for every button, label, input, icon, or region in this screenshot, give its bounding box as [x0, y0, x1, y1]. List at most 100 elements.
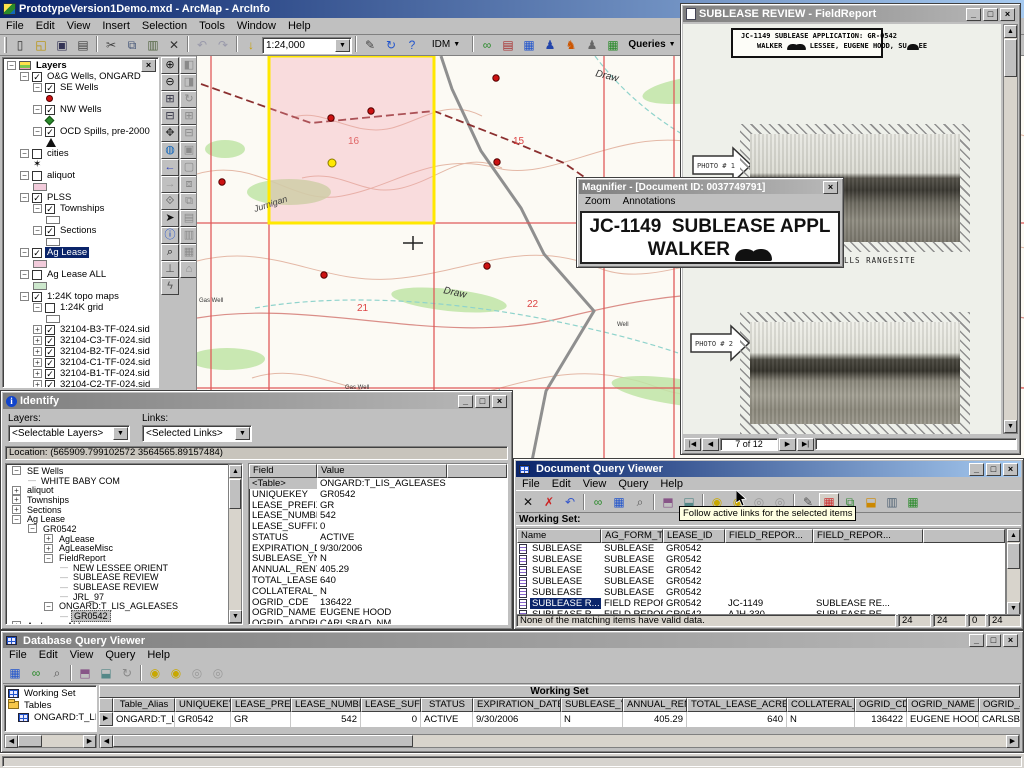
- coin-subset-icon[interactable]: ◎: [187, 663, 207, 682]
- field-row[interactable]: UNIQUEKEY GR0542: [249, 489, 507, 500]
- table-row[interactable]: SUBLEASE SUBLEASE GR0542: [517, 565, 1005, 576]
- layer-label[interactable]: 32104-B1-TF-024.sid: [58, 368, 152, 379]
- layer-checkbox[interactable]: ✓: [45, 324, 55, 335]
- layer-checkbox[interactable]: ✓: [45, 82, 55, 93]
- tree-item-label[interactable]: Ag Lease: [25, 514, 67, 524]
- link-icon[interactable]: ∞: [26, 663, 46, 682]
- field-row[interactable]: STATUS ACTIVE: [249, 532, 507, 543]
- scroll-up-icon[interactable]: ▲: [229, 465, 242, 478]
- dbquery-tree-item[interactable]: Tables: [7, 699, 94, 711]
- user-blue-icon[interactable]: ♟: [540, 36, 560, 54]
- layer-checkbox[interactable]: ✓: [45, 104, 55, 115]
- expander-icon[interactable]: +: [44, 534, 53, 544]
- close-button[interactable]: ×: [1000, 7, 1015, 21]
- menu-item-window[interactable]: Window: [231, 19, 282, 33]
- field-row[interactable]: LEASE_PREFIX GR: [249, 500, 507, 511]
- field-row[interactable]: COLLATERAL_YNN: [249, 586, 507, 597]
- scrollbar-thumb[interactable]: [1007, 543, 1020, 569]
- column-header[interactable]: UNIQUEKEY: [175, 698, 231, 712]
- new-document-icon[interactable]: ▯: [10, 36, 30, 54]
- table-row[interactable]: SUBLEASE R...FIELD REPORTGR0542 JC-1149 SU…: [517, 598, 1005, 609]
- layer-label[interactable]: NW Wells: [58, 104, 104, 115]
- docquery-vscrollbar[interactable]: ▲ ▼: [1006, 528, 1021, 616]
- layer-label[interactable]: Layers: [34, 60, 69, 71]
- form-report-icon[interactable]: ⬓: [96, 663, 116, 682]
- column-header[interactable]: AG_FORM_TYPE: [601, 529, 663, 543]
- expander-icon[interactable]: −: [44, 553, 53, 563]
- fixed-zoom-in-icon[interactable]: ⊞: [161, 91, 179, 108]
- expander-icon[interactable]: −: [33, 204, 42, 213]
- column-header[interactable]: LEASE_SUFFIX: [361, 698, 421, 712]
- add-data-icon[interactable]: ↓: [241, 36, 261, 54]
- expander-icon[interactable]: −: [7, 61, 16, 70]
- layer-checkbox[interactable]: ✓: [45, 379, 55, 387]
- zoom-in-icon[interactable]: ⊕: [161, 57, 179, 74]
- dropdown-arrow-icon[interactable]: ▼: [335, 38, 350, 52]
- menu-item-selection[interactable]: Selection: [136, 19, 193, 33]
- minimize-button[interactable]: _: [969, 634, 984, 647]
- identify-tree-item[interactable]: − GR0542: [10, 524, 226, 534]
- copy-icon[interactable]: ⧉: [122, 36, 142, 54]
- expander-icon[interactable]: −: [33, 226, 42, 235]
- form-icon[interactable]: ⬒: [658, 492, 678, 511]
- column-header[interactable]: TOTAL_LEASE_ACREAGE: [687, 698, 787, 712]
- menu-item-query[interactable]: Query: [99, 648, 141, 662]
- column-header[interactable]: LEASE_PREFIX: [231, 698, 291, 712]
- expander-icon[interactable]: +: [33, 336, 42, 345]
- find-icon[interactable]: ⌕: [161, 244, 179, 261]
- tree-item-label[interactable]: ONGARD:T_LIS_A: [32, 712, 96, 723]
- scrollbar-thumb[interactable]: [229, 479, 241, 509]
- column-header[interactable]: FIELD_REPOR...: [813, 529, 923, 543]
- scroll-up-icon[interactable]: ▲: [1007, 529, 1020, 542]
- dbquery-table-hscrollbar[interactable]: ◀ ▶: [99, 734, 1020, 748]
- layer-checkbox[interactable]: ✓: [45, 335, 55, 346]
- layer-label[interactable]: Sections: [58, 225, 98, 236]
- expander-icon[interactable]: −: [12, 514, 21, 524]
- tree-item-label[interactable]: SUBLEASE REVIEW: [71, 582, 161, 592]
- dbquery-titlebar[interactable]: Database Query Viewer _ □ ×: [3, 633, 1021, 648]
- column-header[interactable]: OGRID_NAME: [907, 698, 979, 712]
- nav-scroll-trough[interactable]: [815, 438, 1017, 450]
- layer-checkbox[interactable]: [32, 269, 42, 280]
- layer-label[interactable]: PLSS: [45, 192, 73, 203]
- table-row[interactable]: SUBLEASE SUBLEASE GR0542: [517, 543, 1005, 554]
- coin-clear-icon[interactable]: ◎: [208, 663, 228, 682]
- column-header[interactable]: Field: [249, 464, 317, 478]
- well-point[interactable]: [492, 74, 500, 82]
- key-search-icon[interactable]: ⌕: [630, 492, 650, 511]
- column-header[interactable]: Name: [517, 529, 601, 543]
- identify-tree-item[interactable]: − FieldReport: [10, 553, 226, 563]
- expander-icon[interactable]: +: [12, 505, 21, 515]
- expander-icon[interactable]: −: [20, 72, 29, 81]
- tree-item-label[interactable]: GR0542: [41, 524, 79, 534]
- grid-icon[interactable]: ▦: [609, 492, 629, 511]
- hyperlink-icon[interactable]: ∞: [477, 36, 497, 54]
- field-row[interactable]: LEASE_NUMBER542: [249, 510, 507, 521]
- identify-tree-item[interactable]: + aliquot: [10, 485, 226, 495]
- scroll-up-icon[interactable]: ▲: [1004, 25, 1017, 38]
- tree-item-label[interactable]: Townships: [25, 495, 71, 505]
- expander-icon[interactable]: −: [20, 270, 29, 279]
- magnifier-content[interactable]: JC-1149 SUBLEASE APPL WALKER: [580, 211, 840, 264]
- menu-item-edit[interactable]: Edit: [546, 477, 577, 491]
- well-point[interactable]: [367, 107, 375, 115]
- well-point[interactable]: [218, 178, 226, 186]
- layer-checkbox[interactable]: ✓: [32, 291, 42, 302]
- layer-label[interactable]: OCD Spills, pre-2000: [58, 126, 152, 137]
- editor-pencil-icon[interactable]: ✎: [360, 36, 380, 54]
- dropdown-arrow-icon[interactable]: ▼: [113, 427, 128, 440]
- report-icon[interactable]: ▤: [498, 36, 518, 54]
- column-header[interactable]: Table_Alias: [113, 698, 175, 712]
- identify-tree-item[interactable]: — SUBLEASE REVIEW: [10, 572, 226, 582]
- coin-query-icon[interactable]: ◉: [145, 663, 165, 682]
- layer-label[interactable]: Townships: [58, 203, 106, 214]
- tree-item-label[interactable]: Working Set: [22, 688, 78, 699]
- paste-icon[interactable]: ▥: [143, 36, 163, 54]
- maximize-button[interactable]: □: [986, 634, 1001, 647]
- tree-item-label[interactable]: FieldReport: [57, 553, 108, 563]
- scale-combobox[interactable]: 1:24,000 ▼: [262, 36, 352, 54]
- expander-icon[interactable]: −: [33, 127, 42, 136]
- select-features-icon[interactable]: ⟐: [161, 193, 179, 210]
- attribute-table-icon[interactable]: ▦: [519, 36, 539, 54]
- column-header[interactable]: ANNUAL_RENT: [623, 698, 687, 712]
